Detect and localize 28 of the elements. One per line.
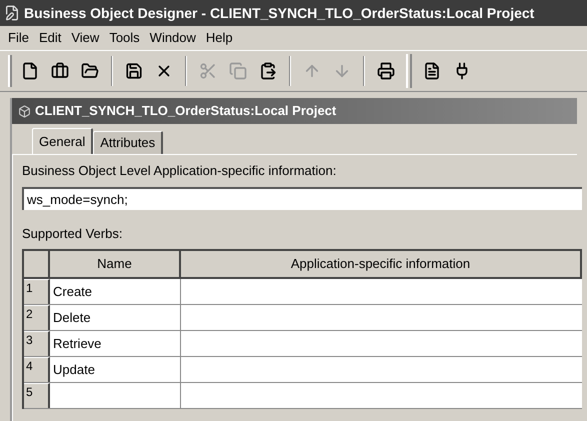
app-icon	[4, 5, 20, 21]
row-number: 5	[24, 383, 50, 408]
menu-item[interactable]: Help	[202, 28, 237, 48]
row-number: 4	[24, 357, 50, 382]
menu-item[interactable]: Tools	[105, 28, 144, 48]
input-field[interactable]: ws_mode=synch;	[22, 186, 582, 210]
table-cell: Create	[50, 279, 181, 304]
field-label: Business Object Level Application-specific information:	[22, 162, 338, 180]
menu-item[interactable]: View	[67, 28, 104, 48]
object-icon	[18, 104, 31, 118]
table-cell: Update	[50, 357, 181, 382]
menu-item[interactable]: File	[4, 28, 33, 48]
table-cell: Delete	[50, 305, 181, 330]
toolbar-grip	[8, 55, 12, 87]
tab[interactable]: General	[32, 128, 94, 154]
section-label: Supported Verbs:	[22, 224, 124, 243]
table-cell: Retrieve	[50, 331, 181, 356]
window-title: Business Object Designer - CLIENT_SYNCH_TLO_OrderStatus:Local Project	[24, 4, 534, 23]
column-header[interactable]: Application-specific information	[181, 251, 582, 277]
row-number: 1	[24, 279, 50, 304]
row-number: 2	[24, 305, 50, 330]
document-title: CLIENT_SYNCH_TLO_OrderStatus:Local Project	[35, 102, 336, 120]
menu-item[interactable]: Window	[146, 28, 200, 48]
column-header[interactable]: Name	[50, 251, 181, 277]
row-number: 3	[24, 331, 50, 356]
tab[interactable]: Attributes	[93, 131, 164, 154]
toolbar-grip	[406, 54, 412, 88]
menu-item[interactable]: Edit	[34, 28, 66, 48]
